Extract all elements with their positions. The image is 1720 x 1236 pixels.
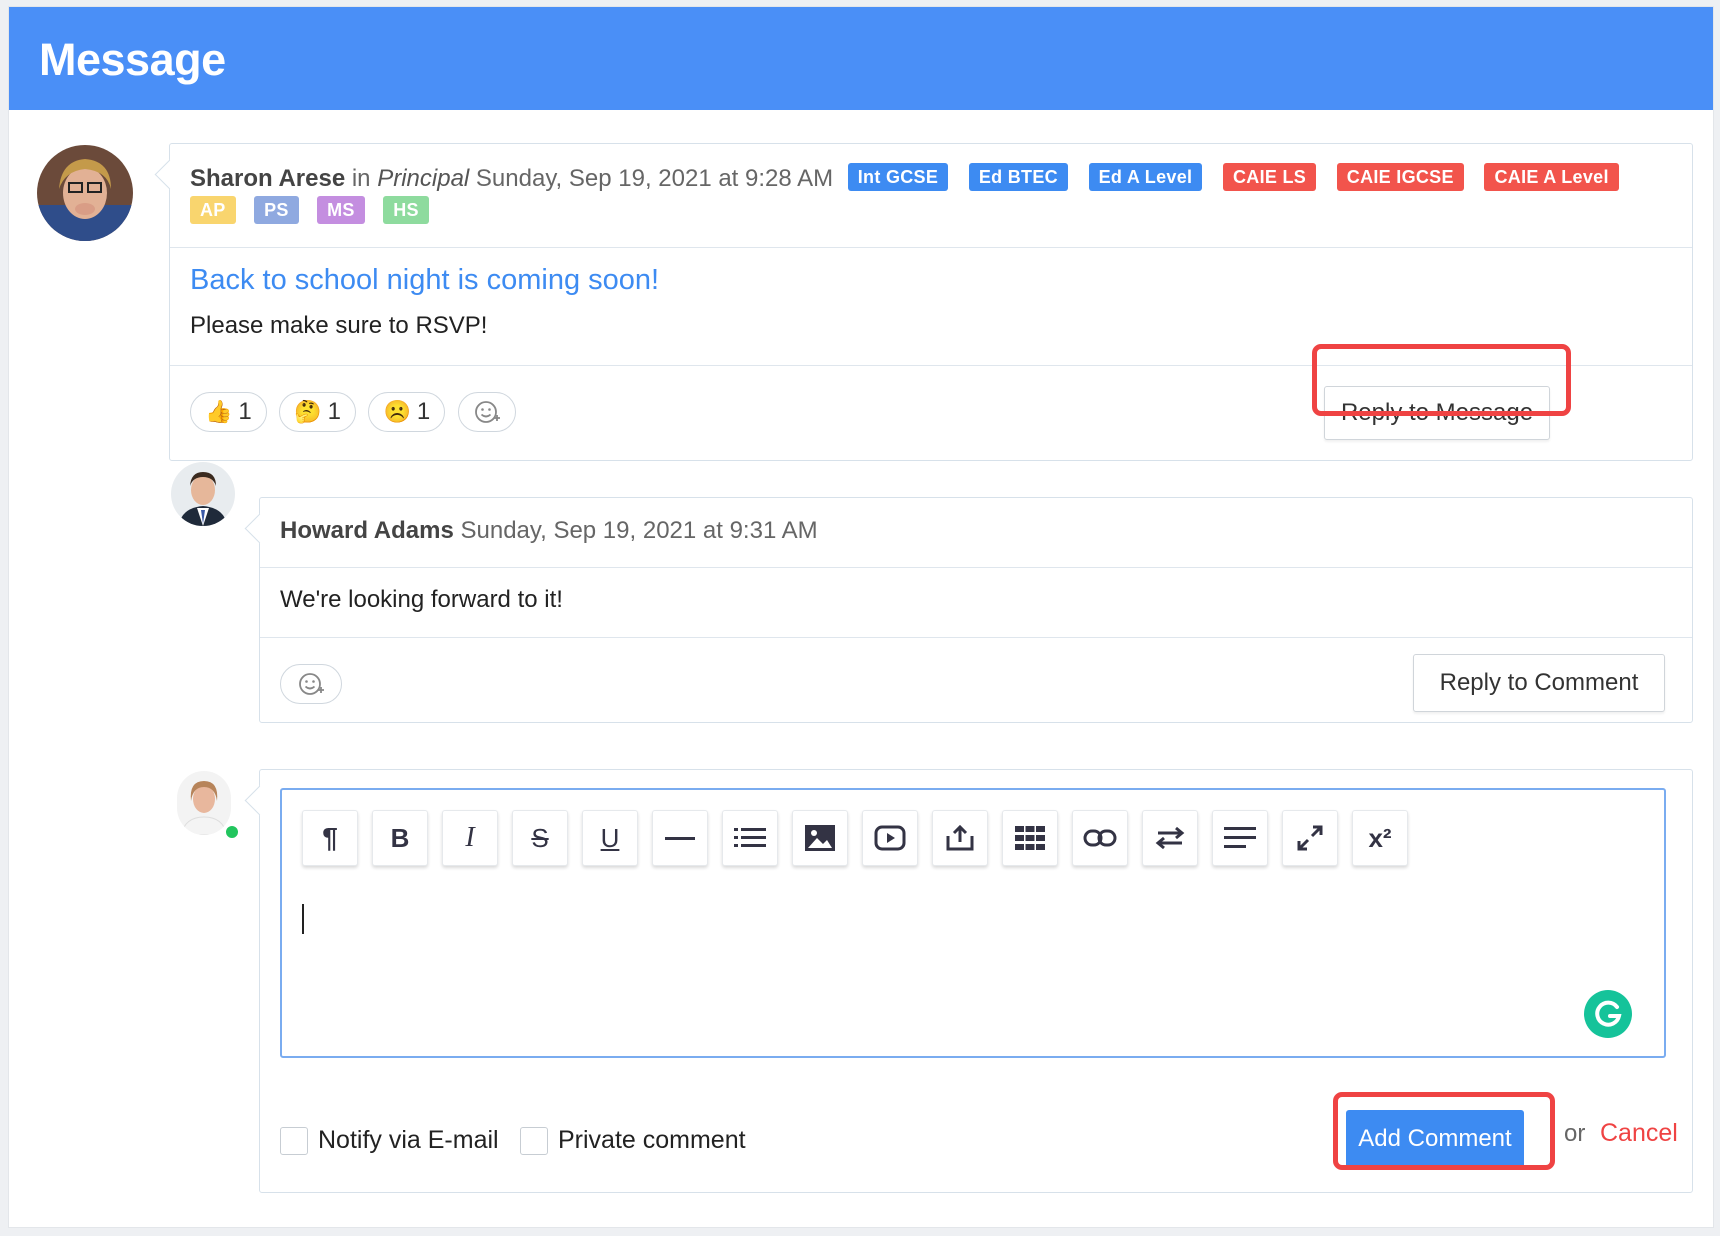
add-reaction-button[interactable] bbox=[457, 392, 516, 432]
notify-email-option[interactable]: Notify via E-mail bbox=[280, 1126, 499, 1156]
superscript-glyph: x² bbox=[1368, 822, 1392, 853]
fullscreen-icon[interactable] bbox=[1282, 810, 1338, 866]
message-header: Sharon Arese in Principal Sunday, Sep 19… bbox=[170, 144, 1692, 248]
page-header: Message bbox=[9, 7, 1713, 110]
thumbs-up-icon: 👍 bbox=[205, 399, 233, 424]
strikethrough-icon[interactable]: S bbox=[512, 810, 568, 866]
comment-card: Howard Adams Sunday, Sep 19, 2021 at 9:3… bbox=[259, 497, 1693, 723]
list-glyph bbox=[734, 828, 766, 847]
grammarly-glyph bbox=[1595, 1000, 1622, 1027]
paragraph-icon[interactable]: ¶ bbox=[302, 810, 358, 866]
message-timestamp: Sunday, Sep 19, 2021 at 9:28 AM bbox=[475, 165, 834, 192]
fullscreen-glyph bbox=[1297, 825, 1323, 851]
smiley-plus-icon bbox=[299, 673, 324, 695]
paragraph-glyph: ¶ bbox=[322, 822, 338, 853]
reaction-thumbs-up[interactable]: 👍 1 bbox=[190, 392, 267, 432]
swap-icon[interactable] bbox=[1142, 810, 1198, 866]
private-comment-option[interactable]: Private comment bbox=[520, 1126, 746, 1156]
comment-body: We're looking forward to it! bbox=[280, 586, 563, 613]
tag-ps: PS bbox=[254, 196, 299, 224]
commenter-avatar[interactable] bbox=[171, 462, 235, 526]
notify-email-label[interactable]: Notify via E-mail bbox=[318, 1126, 499, 1154]
video-icon[interactable] bbox=[862, 810, 918, 866]
reaction-count: 1 bbox=[327, 398, 341, 425]
tag-ed-a-level: Ed A Level bbox=[1088, 163, 1203, 191]
reply-to-comment-button[interactable]: Reply to Comment bbox=[1413, 654, 1665, 712]
image-icon[interactable] bbox=[792, 810, 848, 866]
add-comment-highlight bbox=[1333, 1092, 1555, 1170]
smiley-plus-icon bbox=[474, 401, 500, 423]
italic-glyph: I bbox=[465, 822, 475, 853]
underline-glyph: U bbox=[600, 822, 620, 853]
table-glyph bbox=[1015, 826, 1045, 850]
comment-header: Howard Adams Sunday, Sep 19, 2021 at 9:3… bbox=[260, 498, 1692, 568]
reaction-frown[interactable]: ☹️ 1 bbox=[368, 392, 446, 432]
video-glyph bbox=[874, 825, 906, 851]
comment-author[interactable]: Howard Adams bbox=[280, 517, 454, 544]
bold-glyph: B bbox=[390, 822, 410, 853]
reaction-count: 1 bbox=[238, 398, 252, 425]
message-body: Please make sure to RSVP! bbox=[190, 312, 488, 339]
upload-icon[interactable] bbox=[932, 810, 988, 866]
link-icon[interactable] bbox=[1072, 810, 1128, 866]
author-avatar[interactable] bbox=[37, 145, 133, 241]
align-icon[interactable] bbox=[1212, 810, 1268, 866]
comment-meta: Howard Adams Sunday, Sep 19, 2021 at 9:3… bbox=[280, 514, 1672, 548]
table-icon[interactable] bbox=[1002, 810, 1058, 866]
private-comment-label[interactable]: Private comment bbox=[558, 1126, 746, 1154]
tag-hs: HS bbox=[383, 196, 429, 224]
online-status-dot bbox=[223, 823, 241, 841]
message-panel: Message Sharon Arese in Principal Sunday… bbox=[8, 6, 1714, 1228]
add-reaction-button[interactable] bbox=[280, 664, 342, 704]
private-comment-checkbox[interactable] bbox=[520, 1127, 548, 1156]
thinking-face-icon: 🤔 bbox=[294, 399, 322, 424]
message-subject[interactable]: Back to school night is coming soon! bbox=[190, 262, 1672, 298]
or-text: or bbox=[1564, 1120, 1586, 1147]
current-user-avatar bbox=[177, 771, 241, 841]
list-icon[interactable] bbox=[722, 810, 778, 866]
grammarly-icon[interactable] bbox=[1584, 990, 1632, 1038]
tag-ms: MS bbox=[317, 196, 365, 224]
tag-caie-igcse: CAIE IGCSE bbox=[1336, 163, 1464, 191]
current-user-photo bbox=[177, 771, 231, 835]
link-glyph bbox=[1083, 829, 1117, 847]
page-title: Message bbox=[39, 34, 226, 85]
tag-int-gcse: Int GCSE bbox=[847, 163, 949, 191]
tag-caie-a-level: CAIE A Level bbox=[1484, 163, 1619, 191]
horizontal-rule-icon[interactable] bbox=[652, 810, 708, 866]
tag-ed-btec: Ed BTEC bbox=[968, 163, 1068, 191]
superscript-icon[interactable]: x² bbox=[1352, 810, 1408, 866]
notify-email-checkbox[interactable] bbox=[280, 1127, 308, 1156]
tag-row-2: AP PS MS HS bbox=[190, 196, 1672, 224]
message-group[interactable]: Principal bbox=[377, 165, 469, 192]
strike-glyph: S bbox=[531, 822, 549, 853]
reaction-thinking[interactable]: 🤔 1 bbox=[279, 392, 356, 432]
text-cursor bbox=[302, 904, 304, 934]
bold-icon[interactable]: B bbox=[372, 810, 428, 866]
comment-body-section: We're looking forward to it! bbox=[260, 568, 1692, 638]
rule-glyph bbox=[665, 836, 695, 840]
swap-glyph bbox=[1155, 826, 1185, 850]
tag-ap: AP bbox=[190, 196, 236, 224]
cancel-link[interactable]: Cancel bbox=[1600, 1119, 1678, 1148]
comment-footer: Reply to Comment bbox=[260, 638, 1692, 722]
comment-editor[interactable]: ¶ B I S U x² bbox=[280, 788, 1666, 1058]
in-word: in bbox=[351, 165, 371, 192]
upload-glyph bbox=[946, 824, 974, 851]
frown-face-icon: ☹️ bbox=[383, 399, 411, 424]
reaction-count: 1 bbox=[416, 398, 431, 425]
comment-timestamp: Sunday, Sep 19, 2021 at 9:31 AM bbox=[460, 517, 818, 544]
align-glyph bbox=[1224, 827, 1256, 848]
italic-icon[interactable]: I bbox=[442, 810, 498, 866]
tag-caie-ls: CAIE LS bbox=[1222, 163, 1317, 191]
image-glyph bbox=[805, 825, 835, 851]
message-author[interactable]: Sharon Arese bbox=[190, 165, 345, 192]
underline-icon[interactable]: U bbox=[582, 810, 638, 866]
message-meta: Sharon Arese in Principal Sunday, Sep 19… bbox=[190, 162, 1672, 196]
reply-to-message-highlight bbox=[1312, 344, 1571, 416]
